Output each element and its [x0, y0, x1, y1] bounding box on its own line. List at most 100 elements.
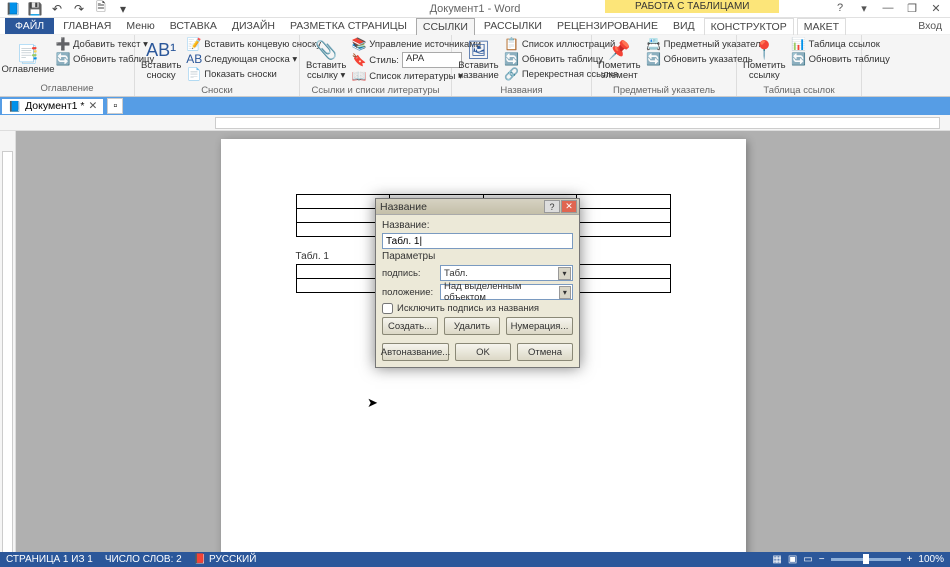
refresh-icon: 🔄 [792, 52, 806, 66]
page-status[interactable]: СТРАНИЦА 1 ИЗ 1 [6, 554, 93, 565]
exclude-checkbox[interactable] [382, 303, 393, 314]
word-count[interactable]: ЧИСЛО СЛОВ: 2 [105, 554, 182, 565]
tab-mailings[interactable]: РАССЫЛКИ [478, 18, 548, 34]
view-web-icon[interactable]: ▭ [803, 554, 812, 565]
qat-more-icon[interactable]: ▾ [114, 1, 132, 17]
zoom-slider[interactable] [831, 558, 901, 561]
add-text-icon: ➕ [56, 37, 70, 51]
minimize-button[interactable]: — [880, 2, 896, 15]
mark-icon: 📌 [608, 39, 630, 61]
refresh-icon: 🔄 [56, 52, 70, 66]
tab-menu[interactable]: Меню [120, 18, 160, 34]
caption-combo[interactable]: Табл. ▾ [440, 265, 573, 281]
tab-view[interactable]: ВИД [667, 18, 701, 34]
word-icon: 📘 [4, 1, 22, 17]
doc-icon[interactable]: 🗎 [92, 1, 110, 17]
ribbon: 📑 Оглавление ➕Добавить текст ▾ 🔄Обновить… [0, 35, 950, 97]
save-icon[interactable]: 💾 [26, 1, 44, 17]
caption-dialog: Название ? ✕ Название: Параметры подпись… [375, 198, 580, 368]
group-label: Ссылки и списки литературы [304, 84, 447, 96]
language-status[interactable]: 📕 РУССКИЙ [194, 554, 257, 565]
tab-file[interactable]: ФАЙЛ [5, 18, 54, 34]
group-label: Таблица ссылок [741, 84, 857, 96]
dialog-titlebar[interactable]: Название ? ✕ [376, 199, 579, 215]
ok-button[interactable]: OK [455, 343, 511, 361]
insert-footnote-button[interactable]: AB¹ Вставить сноску [139, 37, 183, 84]
group-citations: 📎 Вставить ссылку ▾ 📚Управление источник… [300, 35, 452, 96]
next-icon: AB [187, 52, 201, 66]
context-tab-header: РАБОТА С ТАБЛИЦАМИ [605, 0, 779, 13]
ruler-horizontal[interactable] [0, 115, 950, 131]
biblio-icon: 📖 [352, 69, 366, 83]
dialog-help-icon[interactable]: ? [544, 200, 560, 213]
tab-layout[interactable]: РАЗМЕТКА СТРАНИЦЫ [284, 18, 413, 34]
view-read-icon[interactable]: ▦ [772, 554, 781, 565]
tab-review[interactable]: РЕЦЕНЗИРОВАНИЕ [551, 18, 664, 34]
zoom-in-icon[interactable]: + [907, 554, 913, 565]
undo-icon[interactable]: ↶ [48, 1, 66, 17]
group-label: Предметный указатель [596, 84, 732, 96]
window-controls: ? ▾ — ❐ ✕ [832, 2, 950, 15]
chevron-down-icon[interactable]: ▾ [559, 286, 571, 299]
zoom-value[interactable]: 100% [918, 554, 944, 565]
citation-icon: 📎 [315, 39, 337, 61]
group-index: 📌 Пометить элемент 📇Предметный указатель… [592, 35, 737, 96]
mark-citation-button[interactable]: 📍 Пометить ссылку [741, 37, 788, 84]
chevron-down-icon[interactable]: ▾ [558, 267, 571, 280]
style-icon: 🔖 [352, 53, 366, 67]
window-title: Документ1 - Word [430, 3, 521, 15]
exclude-checkbox-row[interactable]: Исключить подпись из названия [382, 303, 573, 314]
tab-maket[interactable]: МАКЕТ [797, 18, 846, 35]
delete-button[interactable]: Удалить [444, 317, 500, 335]
create-button[interactable]: Создать... [382, 317, 438, 335]
autoname-button[interactable]: Автоназвание... [382, 343, 449, 361]
document-tabs: 📘 Документ1 * ✕ ▫ [0, 97, 950, 115]
login-link[interactable]: Вход [918, 20, 942, 32]
close-button[interactable]: ✕ [928, 2, 944, 15]
endnote-icon: 📝 [187, 37, 201, 51]
mark-citation-icon: 📍 [753, 39, 775, 61]
dialog-close-icon[interactable]: ✕ [561, 200, 577, 213]
maximize-button[interactable]: ❐ [904, 2, 920, 15]
name-input[interactable] [382, 233, 573, 249]
footnote-icon: AB¹ [150, 39, 172, 61]
view-print-icon[interactable]: ▣ [788, 554, 797, 565]
tab-design[interactable]: ДИЗАЙН [226, 18, 281, 34]
sources-icon: 📚 [352, 37, 366, 51]
insert-caption-button[interactable]: 🖼 Вставить название [456, 37, 501, 84]
group-label: Сноски [139, 84, 295, 96]
update-toa-button[interactable]: 🔄Обновить таблицу [790, 52, 892, 66]
refresh-icon: 🔄 [647, 52, 661, 66]
toc-button[interactable]: 📑 Оглавление [4, 37, 52, 82]
ribbon-options-icon[interactable]: ▾ [856, 2, 872, 15]
refresh-icon: 🔄 [505, 52, 519, 66]
statusbar: СТРАНИЦА 1 ИЗ 1 ЧИСЛО СЛОВ: 2 📕 РУССКИЙ … [0, 552, 950, 567]
help-button[interactable]: ? [832, 2, 848, 15]
position-label: положение: [382, 287, 436, 298]
group-captions: 🖼 Вставить название 📋Список иллюстраций … [452, 35, 592, 96]
ribbon-tabs: ФАЙЛ ГЛАВНАЯ Меню ВСТАВКА ДИЗАЙН РАЗМЕТК… [0, 18, 950, 35]
group-toc: 📑 Оглавление ➕Добавить текст ▾ 🔄Обновить… [0, 35, 135, 96]
group-label: Названия [456, 84, 587, 96]
group-footnotes: AB¹ Вставить сноску 📝Вставить концевую с… [135, 35, 300, 96]
dialog-body: Название: Параметры подпись: Табл. ▾ пол… [376, 215, 579, 367]
ruler-vertical[interactable] [0, 131, 16, 567]
insert-citation-button[interactable]: 📎 Вставить ссылку ▾ [304, 37, 348, 84]
new-tab-button[interactable]: ▫ [107, 98, 123, 114]
redo-icon[interactable]: ↷ [70, 1, 88, 17]
mark-entry-button[interactable]: 📌 Пометить элемент [596, 37, 643, 84]
table-of-authorities-button[interactable]: 📊Таблица ссылок [790, 37, 892, 51]
position-combo[interactable]: Над выделенным объектом ▾ [440, 284, 573, 300]
tab-references[interactable]: ССЫЛКИ [416, 18, 475, 35]
tab-home[interactable]: ГЛАВНАЯ [57, 18, 117, 34]
tab-constructor[interactable]: КОНСТРУКТОР [704, 18, 794, 35]
quick-access-toolbar: 📘 💾 ↶ ↷ 🗎 ▾ [0, 1, 136, 17]
group-toa: 📍 Пометить ссылку 📊Таблица ссылок 🔄Обнов… [737, 35, 862, 96]
cancel-button[interactable]: Отмена [517, 343, 573, 361]
tab-close-icon[interactable]: ✕ [89, 100, 98, 112]
numbering-button[interactable]: Нумерация... [506, 317, 573, 335]
list-icon: 📋 [505, 37, 519, 51]
zoom-out-icon[interactable]: − [819, 554, 825, 565]
document-tab[interactable]: 📘 Документ1 * ✕ [2, 99, 103, 114]
tab-insert[interactable]: ВСТАВКА [164, 18, 223, 34]
